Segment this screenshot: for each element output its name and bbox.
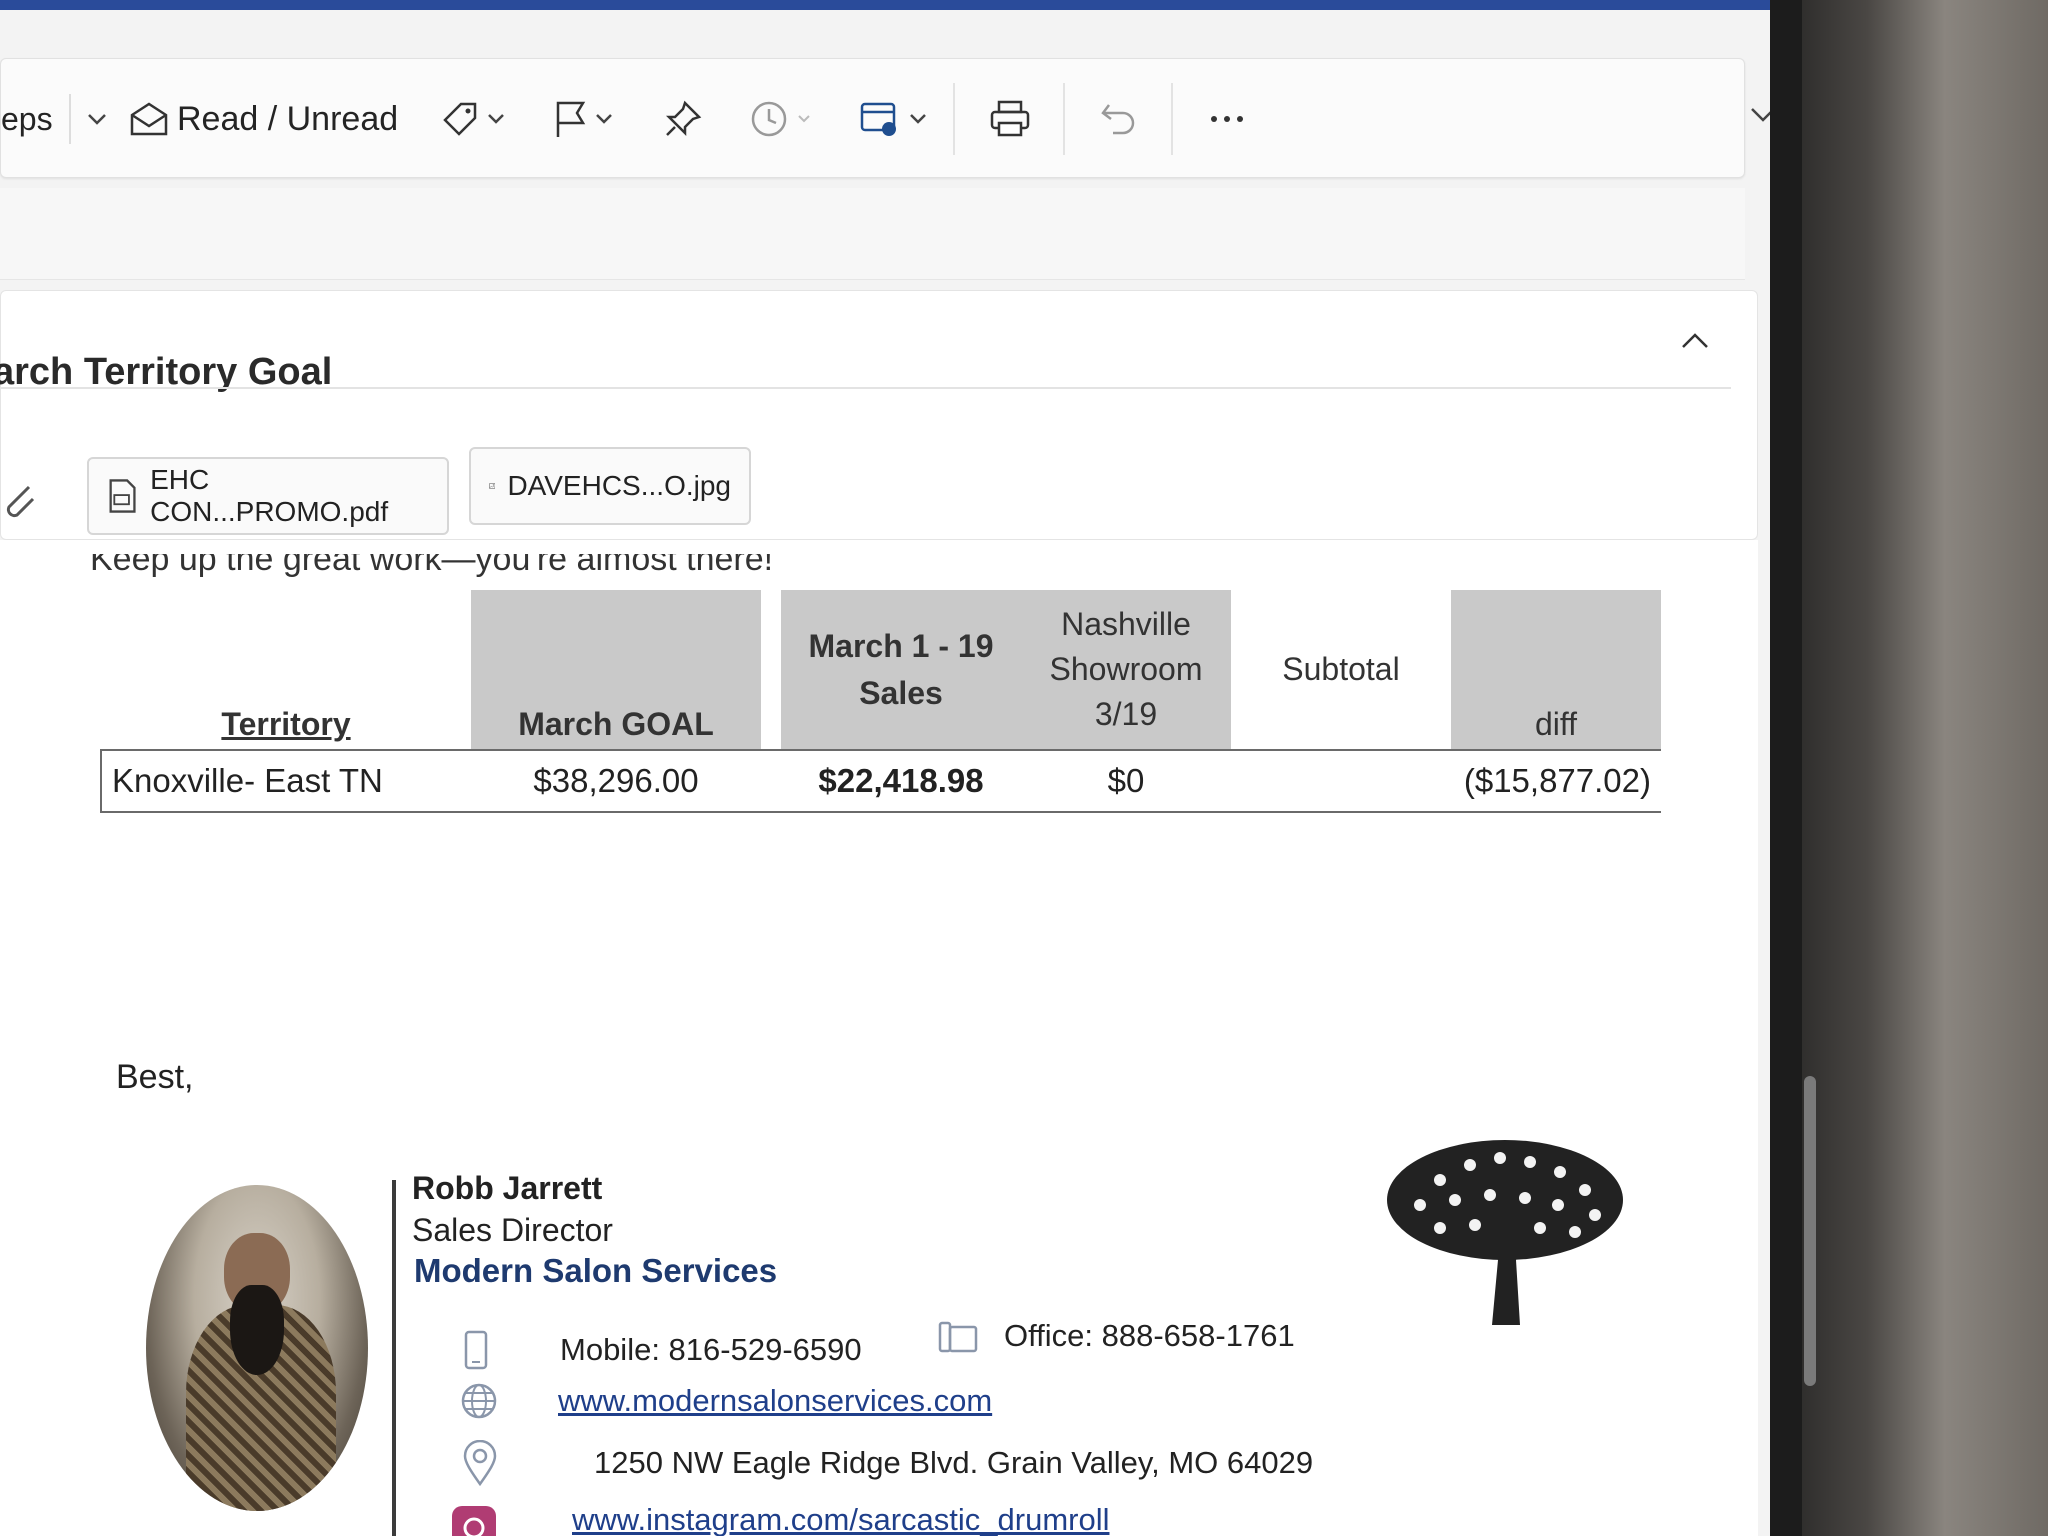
header-diff-label: diff <box>1534 706 1578 742</box>
header-territory-label: Territory <box>221 706 351 742</box>
globe-icon <box>461 1383 497 1419</box>
clock-icon <box>751 101 787 137</box>
read-unread-button[interactable]: Read / Unread <box>129 59 398 179</box>
categorize-button[interactable] <box>441 59 505 179</box>
undo-button[interactable] <box>1099 59 1139 179</box>
rules-label: eps <box>1 100 53 137</box>
header-nashville: Nashville Showroom 3/19 <box>1021 590 1231 750</box>
signature-title: Sales Director <box>412 1212 613 1248</box>
closing-text: Best, <box>116 1058 194 1096</box>
attachment-name: DAVEHCS...O.jpg <box>507 470 731 501</box>
signature-name: Robb Jarrett <box>412 1170 603 1206</box>
secondary-bar <box>0 188 1745 280</box>
header-subtotal: Subtotal <box>1231 590 1451 750</box>
header-march-sales-line2: Sales <box>859 674 943 711</box>
header-nashville-line3: 3/19 <box>1094 696 1158 732</box>
cell-march-goal: $38,296.00 <box>471 749 761 813</box>
snooze-button[interactable] <box>749 59 811 179</box>
pin-button[interactable] <box>663 59 703 179</box>
image-file-icon <box>489 483 496 489</box>
toolbar-separator <box>1063 83 1065 155</box>
header-diff: diff <box>1451 590 1661 750</box>
ribbon-expand-icon[interactable] <box>1748 100 1770 130</box>
header-subtotal-label: Subtotal <box>1282 651 1400 687</box>
paperclip-icon <box>6 485 35 518</box>
rules-settings-icon <box>860 102 896 136</box>
header-march-goal-label: March GOAL <box>518 706 714 742</box>
header-nashville-line1: Nashville <box>1061 606 1191 642</box>
location-pin-icon <box>463 1440 497 1486</box>
desk-background <box>1790 0 2048 1536</box>
chevron-down-icon <box>488 114 504 124</box>
ellipsis-icon <box>1211 116 1243 122</box>
tree-logo-icon <box>1387 1140 1623 1325</box>
signature-divider <box>392 1180 396 1536</box>
cell-march-sales: $22,418.98 <box>781 749 1021 813</box>
flag-button[interactable] <box>553 59 613 179</box>
office-number: Office: 888-658-1761 <box>1004 1318 1295 1353</box>
cell-spacer <box>761 749 781 813</box>
attachment-image[interactable]: DAVEHCS...O.jpg <box>469 447 751 525</box>
address-text: 1250 NW Eagle Ridge Blvd. Grain Valley, … <box>594 1445 1314 1480</box>
cell-territory: Knoxville- East TN <box>100 749 471 813</box>
undo-icon <box>1101 104 1135 135</box>
header-nashville-line2: Showroom <box>1049 651 1203 687</box>
scrollbar[interactable] <box>1804 1076 1816 1386</box>
monitor-bezel <box>1768 0 1802 1536</box>
printer-icon <box>990 100 1030 137</box>
territory-goal-table: Territory March GOAL March 1 - 19 Sales … <box>100 590 1661 813</box>
cell-subtotal <box>1231 749 1451 813</box>
address-row: 1250 NW Eagle Ridge Blvd. Grain Valley, … <box>462 1440 1313 1486</box>
title-bar-strip <box>0 0 1770 10</box>
cell-nashville: $0 <box>1021 749 1231 813</box>
message-header: arch Territory Goal EHC CON...PROMO.pdf … <box>0 290 1758 540</box>
table-header-row: Territory March GOAL March 1 - 19 Sales … <box>101 590 1661 750</box>
signature-company: Modern Salon Services <box>414 1252 778 1289</box>
cell-diff: ($15,877.02) <box>1451 749 1661 813</box>
toolbar-separator <box>1171 83 1173 155</box>
flag-icon <box>556 101 586 137</box>
outlook-window: eps Read / Unread arch Territory Goal EH… <box>0 0 1770 1536</box>
divider <box>1 387 1731 389</box>
chevron-up-icon[interactable] <box>1677 323 1713 359</box>
envelope-icon <box>130 102 168 136</box>
ribbon-toolbar: eps Read / Unread <box>0 58 1745 178</box>
header-march-sales: March 1 - 19 Sales <box>781 590 1021 750</box>
print-button[interactable] <box>989 59 1031 179</box>
header-territory: Territory <box>101 590 471 750</box>
avatar <box>146 1185 368 1511</box>
website-link[interactable]: www.modernsalonservices.com <box>558 1383 992 1419</box>
instagram-link[interactable]: www.instagram.com/sarcastic_drumroll <box>572 1502 1109 1536</box>
header-march-sales-line1: March 1 - 19 <box>808 627 994 664</box>
mobile-row: Mobile: 816-529-6590 <box>462 1330 862 1370</box>
message-body: Keep up the great work—you're almost the… <box>0 540 1758 1536</box>
chevron-down-icon <box>596 114 612 124</box>
avatar-beard <box>230 1285 284 1375</box>
office-row: Office: 888-658-1761 <box>938 1318 1295 1354</box>
website-row: www.modernsalonservices.com <box>460 1382 992 1420</box>
instagram-icon <box>452 1506 496 1536</box>
attachment-name: EHC CON...PROMO.pdf <box>150 464 389 527</box>
intro-text: Keep up the great work—you're almost the… <box>90 540 774 578</box>
more-options-button[interactable] <box>1209 59 1245 179</box>
rules-button[interactable] <box>859 59 927 179</box>
read-unread-label: Read / Unread <box>177 99 399 138</box>
divider <box>68 94 71 144</box>
mobile-number: Mobile: 816-529-6590 <box>560 1332 862 1367</box>
tag-icon <box>443 102 477 136</box>
chevron-down-icon <box>910 114 926 124</box>
rules-dropdown[interactable]: eps <box>1 59 107 179</box>
chevron-down-icon <box>798 115 810 123</box>
toolbar-separator <box>953 83 955 155</box>
attachment-pdf[interactable]: EHC CON...PROMO.pdf <box>87 457 449 535</box>
header-spacer <box>761 590 781 750</box>
pdf-file-icon <box>109 479 136 513</box>
header-march-goal: March GOAL <box>471 590 761 750</box>
office-phone-icon <box>938 1321 978 1353</box>
pin-icon <box>665 100 702 137</box>
mobile-phone-icon <box>464 1330 488 1370</box>
table-row: Knoxville- East TN $38,296.00 $22,418.98… <box>100 749 1661 813</box>
instagram-row: www.instagram.com/sarcastic_drumroll <box>450 1500 1109 1536</box>
chevron-down-icon <box>87 114 106 125</box>
